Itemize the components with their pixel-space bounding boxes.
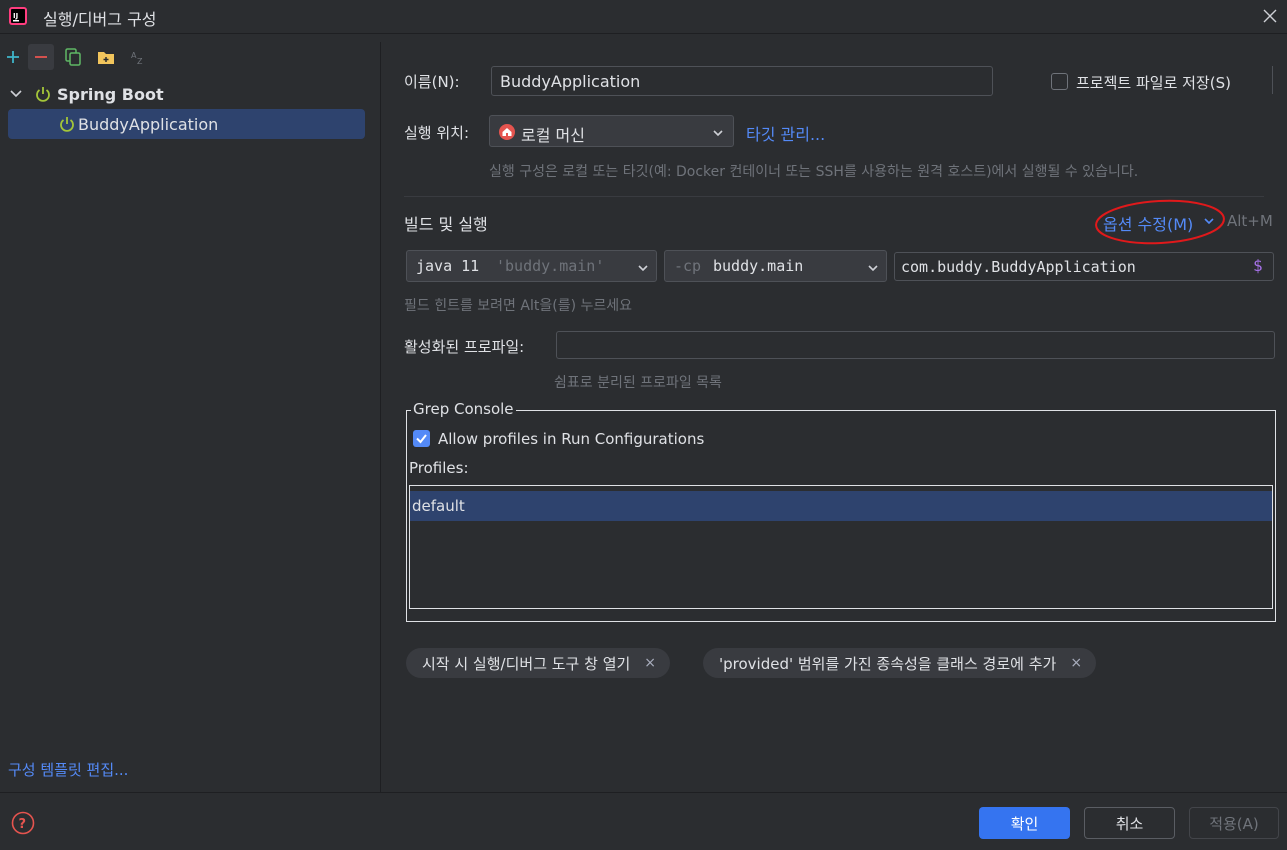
sort-az-icon[interactable]: AZ	[126, 44, 152, 70]
help-icon[interactable]: ?	[11, 811, 35, 835]
svg-text:?: ?	[19, 817, 27, 832]
tree-item-label: BuddyApplication	[78, 114, 219, 134]
option-chip-open-tool-window[interactable]: 시작 시 실행/디버그 도구 창 열기 ×	[406, 648, 671, 678]
home-icon	[499, 124, 515, 140]
chevron-down-icon	[713, 130, 723, 137]
name-field[interactable]: BuddyApplication	[491, 66, 993, 96]
svg-text:Z: Z	[137, 57, 143, 65]
grep-console-title: Grep Console	[411, 400, 516, 418]
edit-templates-link[interactable]: 구성 템플릿 편집...	[8, 759, 128, 780]
modify-options-shortcut: Alt+M	[1227, 212, 1273, 230]
classpath-select[interactable]: -cp buddy.main	[664, 250, 887, 282]
allow-profiles-checkbox[interactable]	[413, 430, 430, 447]
jre-select[interactable]: java 11 'buddy.main'	[406, 250, 657, 282]
spring-power-icon	[36, 87, 50, 102]
build-run-label: 빌드 및 실행	[404, 215, 488, 234]
remove-icon[interactable]	[28, 44, 54, 70]
separator	[404, 196, 1264, 197]
chevron-down-icon[interactable]	[8, 86, 24, 102]
chevron-down-icon	[868, 265, 878, 272]
active-profiles-label: 활성화된 프로파일:	[404, 338, 525, 356]
main-class-value: com.buddy.BuddyApplication	[901, 258, 1136, 276]
cancel-button[interactable]: 취소	[1084, 807, 1175, 839]
annotation-circle	[1095, 199, 1225, 245]
configurations-sidebar	[0, 42, 381, 792]
scroll-divider	[1272, 66, 1273, 94]
name-value: BuddyApplication	[500, 72, 641, 91]
option-chip-provided-scope[interactable]: 'provided' 범위를 가진 종속성을 클래스 경로에 추가 ×	[703, 648, 1097, 678]
store-as-file-label: 프로젝트 파일로 저장(S)	[1076, 74, 1231, 92]
tree-group-label: Spring Boot	[57, 84, 164, 104]
checkmark-icon	[416, 434, 427, 444]
chevron-down-icon	[638, 265, 648, 272]
svg-text:IJ: IJ	[13, 12, 18, 20]
run-on-select[interactable]: 로컬 머신	[489, 115, 734, 147]
run-on-hint: 실행 구성은 로컬 또는 타깃(예: Docker 컨테이너 또는 SSH를 사…	[489, 164, 1139, 180]
tree-group-spring-boot[interactable]: Spring Boot	[8, 82, 164, 106]
chip-label: 시작 시 실행/디버그 도구 창 열기	[422, 654, 631, 673]
intellij-icon: IJ	[9, 7, 27, 25]
spring-power-icon	[60, 117, 74, 132]
manage-targets-link[interactable]: 타깃 관리...	[746, 121, 825, 145]
active-profiles-field[interactable]	[556, 331, 1275, 359]
store-as-file-checkbox[interactable]	[1051, 73, 1068, 90]
run-on-value: 로컬 머신	[521, 126, 585, 145]
title-bar: IJ 실행/디버그 구성	[0, 0, 1287, 34]
run-on-label: 실행 위치:	[404, 124, 470, 142]
new-folder-icon[interactable]	[93, 44, 119, 70]
active-profiles-hint: 쉼표로 분리된 프로파일 목록	[554, 375, 722, 391]
profile-label: default	[412, 497, 465, 515]
chip-close-icon[interactable]: ×	[1070, 655, 1082, 671]
chip-label: 'provided' 범위를 가진 종속성을 클래스 경로에 추가	[719, 654, 1057, 673]
tree-item-buddy-application[interactable]: BuddyApplication	[8, 109, 365, 139]
jre-keyword: java 11	[416, 257, 480, 275]
apply-button[interactable]: 적용(A)	[1189, 807, 1279, 839]
profiles-label: Profiles:	[409, 459, 469, 477]
jre-module: 'buddy.main'	[496, 257, 605, 275]
close-icon[interactable]	[1259, 5, 1281, 27]
ok-button[interactable]: 확인	[979, 807, 1070, 839]
main-class-field[interactable]: com.buddy.BuddyApplication $	[894, 252, 1274, 281]
window-title: 실행/디버그 구성	[43, 10, 157, 29]
copy-icon[interactable]	[60, 44, 86, 70]
list-item[interactable]: default	[410, 491, 1272, 521]
cp-flag: -cp	[674, 257, 702, 275]
name-label: 이름(N):	[404, 73, 460, 91]
cp-value: buddy.main	[713, 257, 804, 275]
chip-close-icon[interactable]: ×	[644, 655, 656, 671]
allow-profiles-label: Allow profiles in Run Configurations	[438, 430, 705, 448]
dollar-icon[interactable]: $	[1253, 256, 1263, 275]
add-icon[interactable]	[0, 44, 26, 70]
field-hint: 필드 힌트를 보려면 Alt을(를) 누르세요	[404, 298, 632, 314]
